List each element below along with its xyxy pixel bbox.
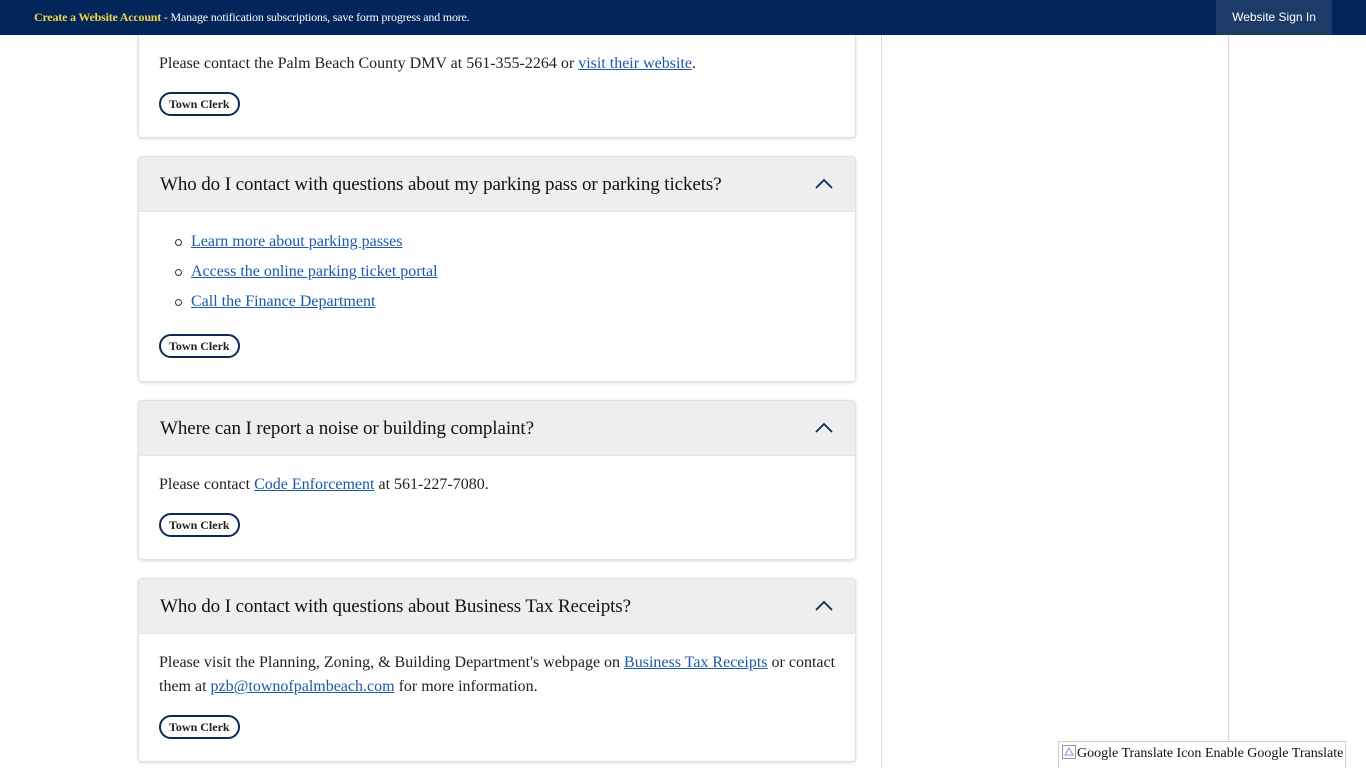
- account-message: Create a Website Account - Manage notifi…: [34, 0, 470, 35]
- faq-question-header[interactable]: Where can I report a noise or building c…: [139, 401, 855, 456]
- chevron-up-icon[interactable]: [815, 422, 833, 434]
- website-sign-in-button[interactable]: Website Sign In: [1216, 0, 1332, 35]
- google-translate-icon: [1062, 745, 1076, 759]
- list-item: Learn more about parking passes: [175, 227, 438, 257]
- dmv-answer-text: Please contact the Palm Beach County DMV…: [159, 52, 696, 76]
- answer-text: at 561-227-7080.: [374, 476, 489, 493]
- answer-text: Please contact the Palm Beach County DMV…: [159, 55, 579, 72]
- town-clerk-tag[interactable]: Town Clerk: [159, 92, 240, 116]
- parking-passes-link[interactable]: Learn more about parking passes: [191, 233, 402, 250]
- faq-card-business-tax: Who do I contact with questions about Bu…: [138, 578, 856, 762]
- btr-answer-text: Please visit the Planning, Zoning, & Bui…: [159, 651, 839, 699]
- faq-card-noise: Where can I report a noise or building c…: [138, 400, 856, 560]
- faq-question-header[interactable]: Who do I contact with questions about my…: [139, 157, 855, 212]
- bullet-icon: [175, 269, 182, 276]
- bullet-icon: [175, 239, 182, 246]
- list-item: Call the Finance Department: [175, 287, 438, 317]
- town-clerk-tag[interactable]: Town Clerk: [159, 334, 240, 358]
- enable-google-translate-button[interactable]: Google Translate Icon Enable Google Tran…: [1058, 741, 1346, 768]
- google-translate-icon-alt: Google Translate Icon: [1077, 746, 1202, 761]
- pzb-email-link[interactable]: pzb@townofpalmbeach.com: [211, 678, 395, 695]
- finance-department-link[interactable]: Call the Finance Department: [191, 293, 375, 310]
- visit-their-website-link[interactable]: visit their website: [578, 55, 692, 72]
- chevron-up-icon[interactable]: [815, 178, 833, 190]
- google-translate-label: Enable Google Translate: [1201, 746, 1344, 761]
- code-enforcement-link[interactable]: Code Enforcement: [254, 476, 374, 493]
- faq-card-dmv: Please contact the Palm Beach County DMV…: [138, 20, 856, 138]
- town-clerk-tag[interactable]: Town Clerk: [159, 513, 240, 537]
- bullet-icon: [175, 299, 182, 306]
- chevron-up-icon[interactable]: [815, 600, 833, 612]
- answer-text: .: [691, 55, 696, 72]
- faq-question-title: Who do I contact with questions about Bu…: [160, 596, 631, 617]
- noise-answer-text: Please contact Code Enforcement at 561-2…: [159, 473, 489, 497]
- column-divider-left: [881, 35, 882, 768]
- faq-answer: Please contact Code Enforcement at 561-2…: [139, 456, 855, 559]
- answer-text: Please contact: [159, 476, 255, 493]
- town-clerk-tag[interactable]: Town Clerk: [159, 715, 240, 739]
- parking-links-list: Learn more about parking passes Access t…: [159, 227, 438, 317]
- create-account-link[interactable]: Create a Website Account: [34, 10, 161, 24]
- business-tax-receipts-link[interactable]: Business Tax Receipts: [624, 654, 767, 671]
- answer-text: Please visit the Planning, Zoning, & Bui…: [159, 654, 625, 671]
- faq-answer: Please visit the Planning, Zoning, & Bui…: [139, 634, 855, 761]
- list-item: Access the online parking ticket portal: [175, 257, 438, 287]
- column-divider-right: [1228, 35, 1229, 768]
- parking-ticket-portal-link[interactable]: Access the online parking ticket portal: [191, 263, 438, 280]
- faq-question-title: Where can I report a noise or building c…: [160, 418, 534, 439]
- faq-card-parking: Who do I contact with questions about my…: [138, 156, 856, 382]
- top-bar: Create a Website Account - Manage notifi…: [0, 0, 1366, 35]
- account-message-text: - Manage notification subscriptions, sav…: [161, 10, 470, 24]
- answer-text: for more information.: [394, 678, 538, 695]
- faq-question-header[interactable]: Who do I contact with questions about Bu…: [139, 579, 855, 634]
- faq-answer: Learn more about parking passes Access t…: [139, 212, 855, 381]
- faq-question-title: Who do I contact with questions about my…: [160, 174, 722, 195]
